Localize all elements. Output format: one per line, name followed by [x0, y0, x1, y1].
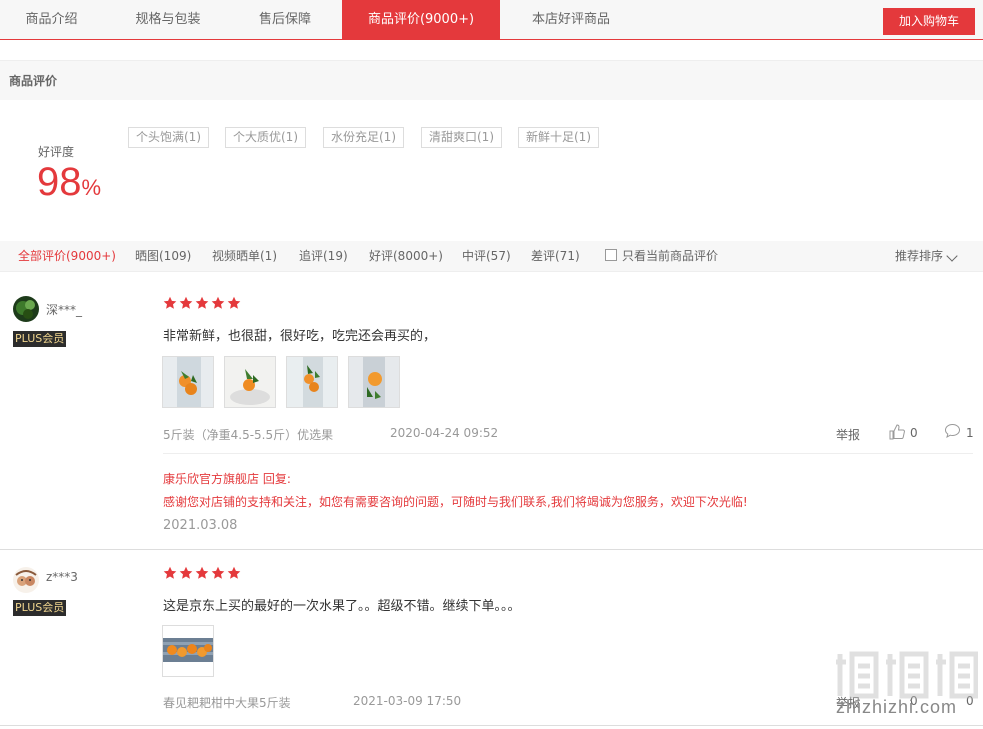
- review-text: 非常新鲜，也很甜，很好吃，吃完还会再买的，: [163, 329, 437, 344]
- add-to-cart-button[interactable]: 加入购物车: [883, 8, 975, 35]
- only-current-label[interactable]: 只看当前商品评价: [622, 241, 718, 272]
- filter-positive[interactable]: 好评(8000+): [369, 241, 443, 272]
- review-item: 深***_ PLUS会员 非常新鲜，也很甜，很好吃，吃完还会再买的， 5斤装（净…: [0, 272, 983, 550]
- star-icon: [163, 296, 177, 309]
- product-tab-bar: 商品介绍 规格与包装 售后保障 商品评价(9000+) 本店好评商品 加入购物车: [0, 0, 983, 40]
- review-photo-thumb[interactable]: [162, 625, 214, 677]
- only-current-checkbox[interactable]: [605, 249, 617, 261]
- tab-store-top-rated[interactable]: 本店好评商品: [510, 0, 632, 39]
- star-icon: [163, 566, 177, 579]
- filter-follow-up[interactable]: 追评(19): [299, 241, 348, 272]
- review-photo-thumb[interactable]: [348, 356, 400, 408]
- star-icon: [179, 566, 193, 579]
- filter-neutral[interactable]: 中评(57): [462, 241, 511, 272]
- review-filter-bar: 全部评价(9000+) 晒图(109) 视频晒单(1) 追评(19) 好评(80…: [0, 241, 983, 272]
- shop-reply-date: 2021.03.08: [163, 518, 238, 533]
- divider: [163, 453, 973, 454]
- rating-unit: %: [81, 175, 102, 200]
- product-spec: 5斤装（净重4.5-5.5斤）优选果: [163, 428, 334, 442]
- watermark-text: zhizhizhi.com: [836, 697, 958, 717]
- review-tag[interactable]: 清甜爽口(1): [421, 127, 502, 148]
- report-link[interactable]: 举报: [836, 426, 860, 443]
- review-photo-thumb[interactable]: [286, 356, 338, 408]
- star-icon: [179, 296, 193, 309]
- product-spec: 春见耙耙柑中大果5斤装: [163, 696, 291, 710]
- rating-label: 好评度: [38, 145, 75, 159]
- plus-badge: PLUS会员: [13, 600, 67, 616]
- username: z***3: [46, 570, 78, 584]
- plus-badge: PLUS会员: [13, 331, 67, 347]
- filter-video[interactable]: 视频晒单(1): [212, 241, 277, 272]
- avatar[interactable]: [13, 567, 39, 593]
- filter-with-images[interactable]: 晒图(109): [135, 241, 191, 272]
- rating-value: 98: [37, 160, 82, 204]
- comment-icon[interactable]: [944, 423, 961, 439]
- review-date: 2020-04-24 09:52: [390, 426, 499, 440]
- tab-product-intro[interactable]: 商品介绍: [0, 0, 103, 39]
- thumbs-up-icon[interactable]: [888, 423, 905, 440]
- review-text: 这是京东上买的最好的一次水果了。。超级不错。继续下单。。。: [163, 599, 521, 614]
- review-tag[interactable]: 水份充足(1): [323, 127, 404, 148]
- review-tag[interactable]: 新鲜十足(1): [518, 127, 599, 148]
- star-icon: [211, 566, 225, 579]
- filter-all[interactable]: 全部评价(9000+): [18, 241, 116, 272]
- star-icon: [195, 566, 209, 579]
- review-date: 2021-03-09 17:50: [353, 694, 462, 708]
- username: 深***_: [46, 303, 83, 317]
- shop-reply-title: 康乐欣官方旗舰店 回复:: [163, 472, 291, 486]
- star-icon: [227, 296, 241, 309]
- comment-count: 1: [966, 426, 974, 440]
- section-title: 商品评价: [0, 60, 983, 100]
- review-tag[interactable]: 个大质优(1): [225, 127, 306, 148]
- star-icon: [211, 296, 225, 309]
- tab-after-sales[interactable]: 售后保障: [233, 0, 337, 39]
- star-icon: [227, 566, 241, 579]
- tab-reviews[interactable]: 商品评价(9000+): [342, 0, 500, 39]
- avatar[interactable]: [13, 296, 39, 322]
- review-photo-thumb[interactable]: [162, 356, 214, 408]
- sort-dropdown[interactable]: 推荐排序: [895, 241, 943, 272]
- rating-value-block: 98%: [37, 160, 101, 205]
- filter-negative[interactable]: 差评(71): [531, 241, 580, 272]
- tab-spec-packaging[interactable]: 规格与包装: [112, 0, 224, 39]
- star-icon: [195, 296, 209, 309]
- review-tag[interactable]: 个头饱满(1): [128, 127, 209, 148]
- chevron-down-icon[interactable]: [946, 250, 958, 262]
- shop-reply-text: 感谢您对店铺的支持和关注，如您有需要咨询的问题，可随时与我们联系,我们将竭诚为您…: [163, 495, 748, 509]
- review-photo-thumb[interactable]: [224, 356, 276, 408]
- like-count: 0: [910, 426, 918, 440]
